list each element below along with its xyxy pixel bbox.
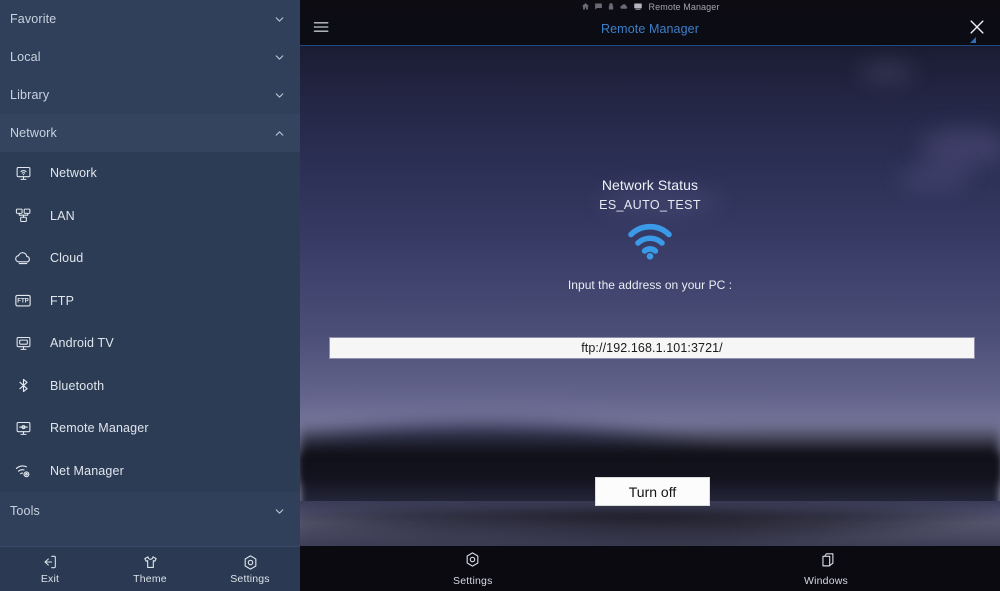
hamburger-menu-icon [313, 20, 330, 39]
hamburger-menu-button[interactable] [300, 13, 342, 46]
sidebar-bottom-toolbar: Exit Theme Settings [0, 546, 300, 591]
exit-button[interactable]: Exit [0, 547, 100, 591]
sidebar-group-label: Library [10, 88, 50, 102]
sidebar-item-ftp[interactable]: FTP FTP [0, 280, 300, 323]
android-tv-icon [10, 331, 36, 355]
sidebar-group-label: Tools [10, 504, 40, 518]
app-root: Favorite Local Library Network Network L… [0, 0, 1000, 591]
exit-label: Exit [40, 573, 60, 585]
address-hint: Input the address on your PC : [567, 278, 733, 292]
chevron-down-icon [272, 12, 286, 26]
chat-icon [594, 2, 603, 11]
chevron-down-icon [272, 504, 286, 518]
theme-label: Theme [133, 573, 167, 585]
sidebar-filler [0, 530, 300, 546]
remote-manager-icon [10, 416, 36, 440]
sidebar-item-label: Android TV [50, 336, 114, 351]
sidebar-item-label: Net Manager [50, 463, 124, 478]
android-status-bar: Remote Manager [300, 0, 1000, 13]
sidebar-item-label: Cloud [50, 251, 84, 266]
bluetooth-icon [10, 374, 36, 398]
sidebar-item-label: Bluetooth [50, 378, 105, 393]
bottom-navigation-bar: Settings Windows [300, 546, 1000, 591]
tshirt-icon [142, 553, 159, 571]
chevron-down-icon [272, 88, 286, 102]
main-pane: Remote Manager Remote Manager Network St… [300, 0, 1000, 591]
network-status-heading: Network Status [601, 177, 699, 193]
gear-icon [242, 553, 259, 571]
sidebar-group-label: Network [10, 126, 57, 140]
address-field[interactable]: ftp://192.168.1.101:3721/ [330, 338, 974, 358]
settings-label: Settings [230, 573, 270, 585]
sidebar-group-label: Local [10, 50, 41, 64]
bottom-nav-settings[interactable]: Settings [453, 551, 493, 587]
sidebar-item-network[interactable]: Network [0, 152, 300, 195]
sidebar: Favorite Local Library Network Network L… [0, 0, 300, 591]
turn-off-button[interactable]: Turn off [595, 477, 710, 506]
remote-manager-icon [633, 2, 643, 11]
cloud-icon [619, 2, 629, 11]
sidebar-item-label: Remote Manager [50, 421, 149, 436]
monitor-wifi-icon [10, 161, 36, 185]
settings-button[interactable]: Settings [200, 547, 300, 591]
window-title-bar: Remote Manager [300, 13, 1000, 46]
content-area: Network Status ES_AUTO_TEST Input the ad… [300, 46, 1000, 546]
theme-button[interactable]: Theme [100, 547, 200, 591]
sidebar-group-library[interactable]: Library [0, 76, 300, 114]
bottom-nav-label: Windows [804, 574, 848, 587]
svg-text:FTP: FTP [17, 297, 29, 304]
gear-icon [464, 551, 481, 573]
sidebar-group-local[interactable]: Local [0, 38, 300, 76]
resize-handle[interactable] [970, 37, 976, 43]
sidebar-item-cloud[interactable]: Cloud [0, 237, 300, 280]
sidebar-item-label: Network [50, 166, 97, 181]
wifi-signal-icon [626, 222, 674, 265]
sidebar-item-lan[interactable]: LAN [0, 195, 300, 238]
sidebar-item-bluetooth[interactable]: Bluetooth [0, 365, 300, 408]
ftp-icon: FTP [10, 289, 36, 313]
chevron-up-icon [272, 126, 286, 140]
bottom-nav-label: Settings [453, 574, 493, 587]
sidebar-item-net-manager[interactable]: Net Manager [0, 450, 300, 493]
sidebar-group-network[interactable]: Network [0, 114, 300, 152]
sidebar-item-remote-manager[interactable]: Remote Manager [0, 407, 300, 450]
sidebar-group-label: Favorite [10, 12, 57, 26]
lan-nodes-icon [10, 204, 36, 228]
sidebar-group-tools[interactable]: Tools [0, 492, 300, 530]
home-icon [581, 2, 590, 11]
water-reflection [300, 526, 1000, 546]
cloud-icon [10, 246, 36, 270]
sidebar-item-android-tv[interactable]: Android TV [0, 322, 300, 365]
exit-icon [42, 553, 58, 571]
status-bar-app-title: Remote Manager [648, 1, 720, 12]
close-button[interactable] [954, 13, 1000, 46]
net-manager-icon [10, 459, 36, 483]
ssid-label: ES_AUTO_TEST [599, 198, 701, 212]
lock-icon [607, 2, 615, 11]
windows-stack-icon [818, 551, 835, 573]
bottom-nav-windows[interactable]: Windows [804, 551, 848, 587]
chevron-down-icon [272, 50, 286, 64]
window-title: Remote Manager [601, 22, 699, 36]
sidebar-network-list: Network LAN Cloud FTP FTP Android TV Blu… [0, 152, 300, 492]
address-value: ftp://192.168.1.101:3721/ [581, 341, 723, 355]
sidebar-item-label: LAN [50, 208, 75, 223]
network-status-block: Network Status ES_AUTO_TEST Input the ad… [300, 46, 1000, 292]
sidebar-item-label: FTP [50, 293, 75, 308]
sidebar-group-favorite[interactable]: Favorite [0, 0, 300, 38]
